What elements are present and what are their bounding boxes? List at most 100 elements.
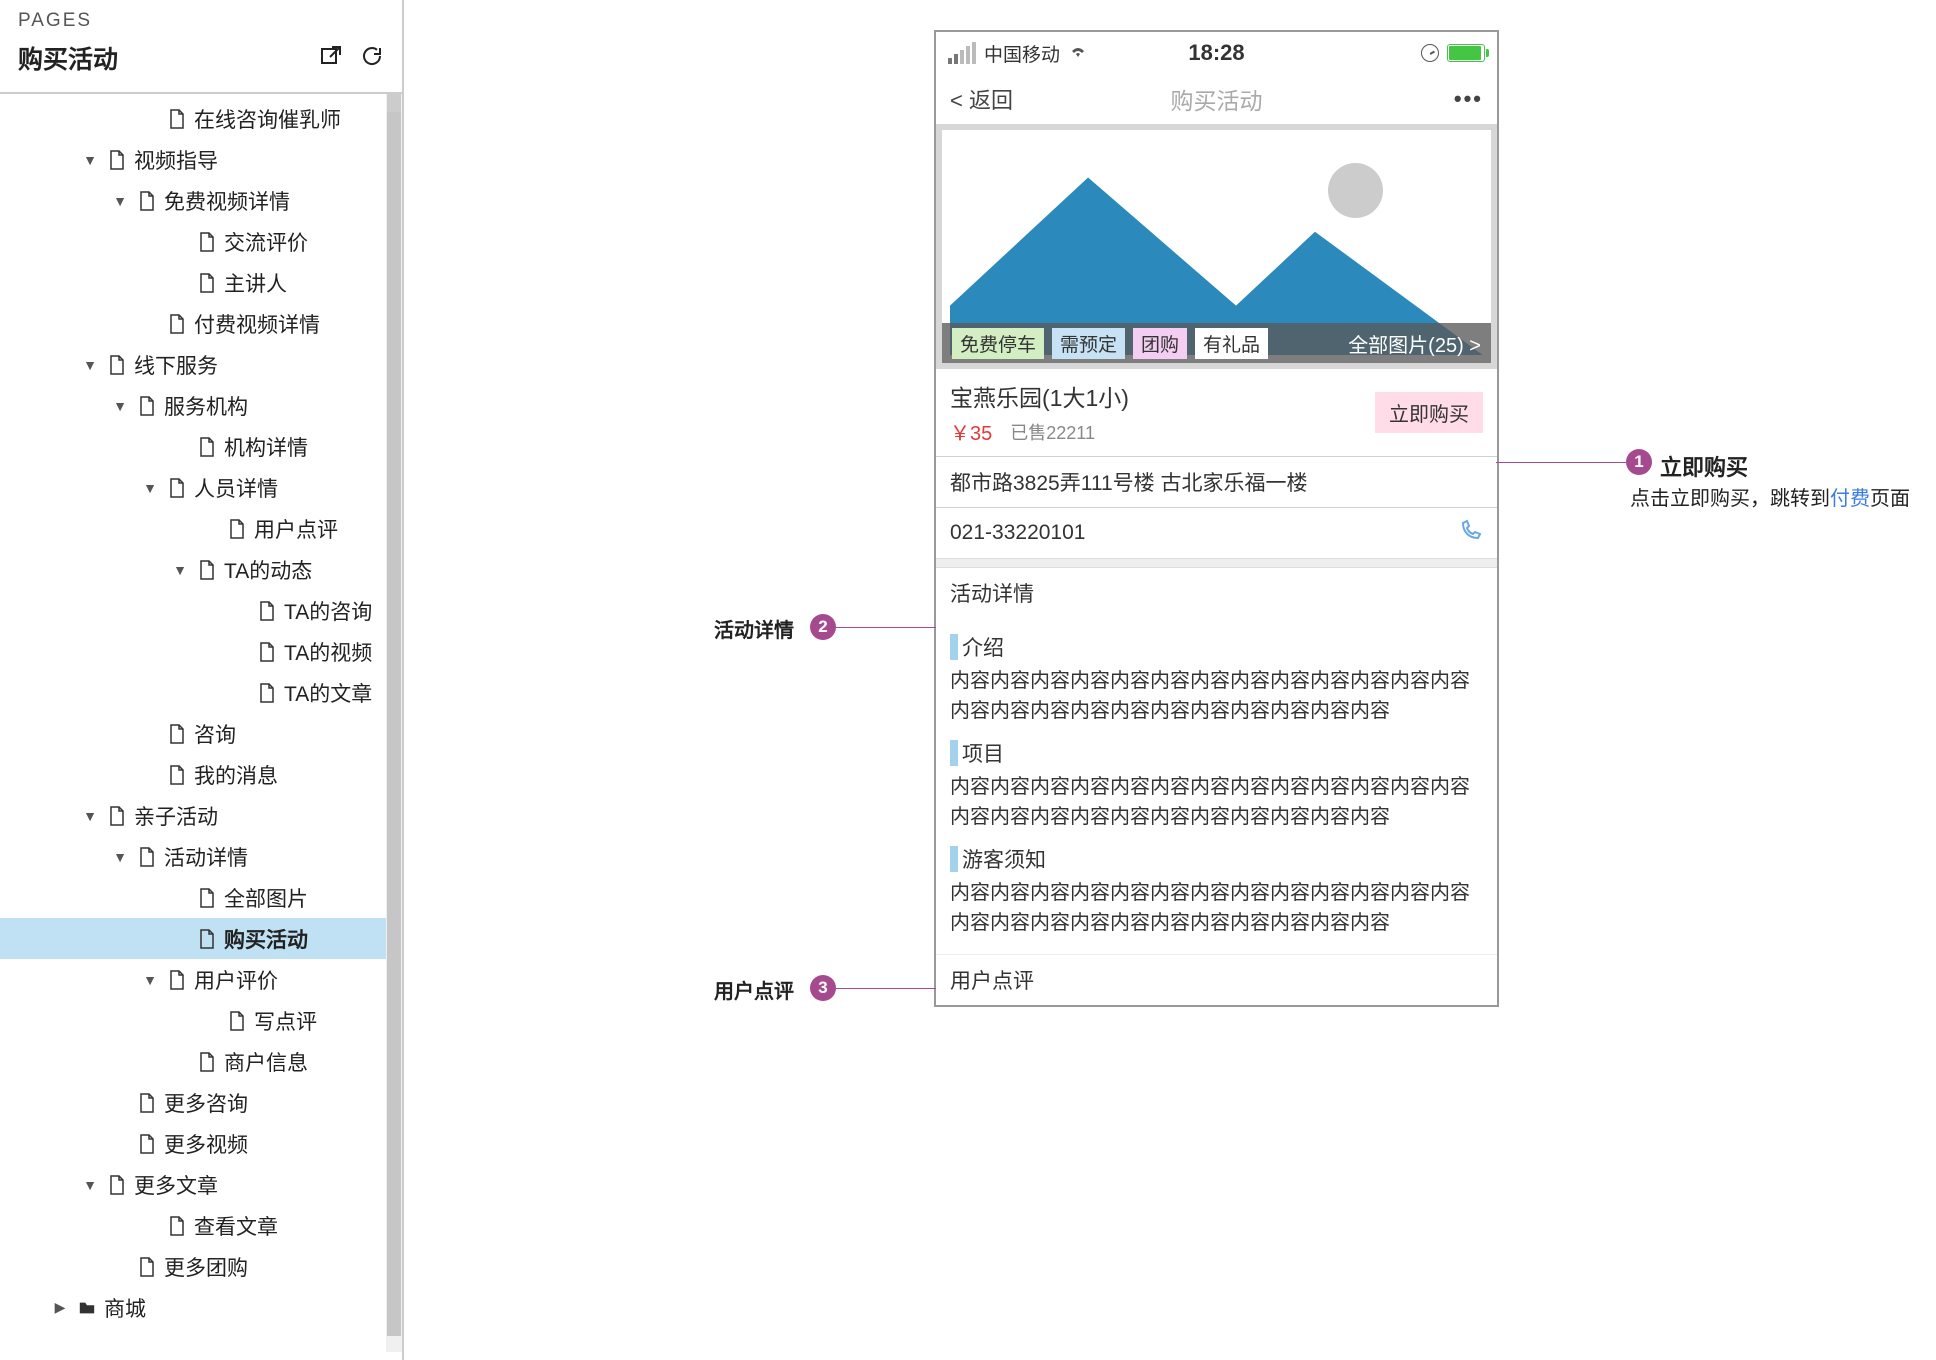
tree-item[interactable]: ▼ 活动详情 <box>0 836 402 877</box>
page-icon <box>194 1052 220 1072</box>
phone-icon[interactable] <box>1459 518 1483 548</box>
caret-icon[interactable]: ▼ <box>80 1177 100 1193</box>
page-icon <box>164 765 190 785</box>
caret-icon[interactable]: ▼ <box>110 398 130 414</box>
annotation-3-badge: 3 <box>810 975 836 1001</box>
tag-free-parking: 免费停车 <box>952 328 1044 359</box>
refresh-icon[interactable] <box>360 44 384 73</box>
page-icon <box>254 683 280 703</box>
tag-gift: 有礼品 <box>1195 328 1268 359</box>
folder-icon <box>74 1298 100 1318</box>
scrollbar-track[interactable] <box>386 94 402 1352</box>
annotation-1-text-pre: 点击立即购买，跳转到 <box>1630 488 1830 510</box>
tree-item[interactable]: 写点评 <box>0 1000 402 1041</box>
reviews-header[interactable]: 用户点评 <box>936 955 1497 1005</box>
tree-item-label: 服务机构 <box>164 391 248 421</box>
tree-item[interactable]: 更多团购 <box>0 1246 402 1287</box>
caret-icon[interactable]: ▶ <box>50 1299 70 1316</box>
tree-item-label: 我的消息 <box>194 760 278 790</box>
tree-item-label: 更多咨询 <box>164 1088 248 1118</box>
page-icon <box>134 847 160 867</box>
tree-item-label: 机构详情 <box>224 432 308 462</box>
caret-icon[interactable]: ▼ <box>80 357 100 373</box>
annotation-2-badge: 2 <box>810 614 836 640</box>
tree-item[interactable]: 交流评价 <box>0 221 402 262</box>
page-icon <box>254 642 280 662</box>
page-icon <box>194 273 220 293</box>
page-icon <box>194 560 220 580</box>
wifi-icon <box>1068 43 1088 64</box>
tree-item-label: TA的文章 <box>284 678 372 708</box>
tree-item[interactable]: TA的视频 <box>0 631 402 672</box>
caret-icon[interactable]: ▼ <box>110 849 130 865</box>
tree-item[interactable]: 更多咨询 <box>0 1082 402 1123</box>
caret-icon[interactable]: ▼ <box>170 562 190 578</box>
tree-item[interactable]: 全部图片 <box>0 877 402 918</box>
pages-sidebar: PAGES 购买活动 在线咨询催乳师▼视频指导▼免费视频详情交流评价主讲人付费视… <box>0 0 404 1360</box>
tree-item[interactable]: 购买活动 <box>0 918 402 959</box>
tree-item[interactable]: ▼TA的动态 <box>0 549 402 590</box>
caret-icon[interactable]: ▼ <box>80 152 100 168</box>
hero-image: 免费停车 需预定 团购 有礼品 全部图片(25) > <box>936 124 1497 369</box>
tree-item[interactable]: 用户点评 <box>0 508 402 549</box>
page-icon <box>134 1257 160 1277</box>
tree-item[interactable]: 咨询 <box>0 713 402 754</box>
caret-icon[interactable]: ▼ <box>110 193 130 209</box>
tree-item[interactable]: ▼更多文章 <box>0 1164 402 1205</box>
scrollbar-thumb[interactable] <box>387 112 401 1336</box>
activity-header-label: 活动详情 <box>950 578 1034 608</box>
phone-row[interactable]: 021-33220101 <box>936 507 1497 558</box>
export-icon[interactable] <box>318 44 342 73</box>
tree-item[interactable]: ▼人员详情 <box>0 467 402 508</box>
tree-item[interactable]: ▼亲子活动 <box>0 795 402 836</box>
caret-icon[interactable]: ▼ <box>80 808 100 824</box>
status-bar: 中国移动 18:28 <box>936 32 1497 74</box>
pages-current-title: 购买活动 <box>18 40 118 76</box>
page-icon <box>194 888 220 908</box>
more-button[interactable]: ••• <box>1454 86 1483 112</box>
tree-item[interactable]: 更多视频 <box>0 1123 402 1164</box>
sub-intro-title: 介绍 <box>962 632 1004 662</box>
activity-header: 活动详情 <box>936 568 1497 618</box>
page-icon <box>194 232 220 252</box>
address-row[interactable]: 都市路3825弄111号楼 古北家乐福一楼 <box>936 456 1497 507</box>
annotation-1-link[interactable]: 付费 <box>1830 488 1870 510</box>
tree-item[interactable]: ▼ 服务机构 <box>0 385 402 426</box>
tree-item[interactable]: ▼ 线下服务 <box>0 344 402 385</box>
tree-item[interactable]: TA的文章 <box>0 672 402 713</box>
tree-item[interactable]: ▼用户评价 <box>0 959 402 1000</box>
pages-tree[interactable]: 在线咨询催乳师▼视频指导▼免费视频详情交流评价主讲人付费视频详情 ▼ 线下服务 ▼ 服务… <box>0 94 402 1352</box>
tree-item[interactable]: 查看文章 <box>0 1205 402 1246</box>
caret-icon[interactable]: ▼ <box>140 480 160 496</box>
tree-item[interactable]: ▼视频指导 <box>0 139 402 180</box>
tree-item[interactable]: 我的消息 <box>0 754 402 795</box>
tree-item-label: 购买活动 <box>224 924 308 954</box>
tree-item[interactable]: 机构详情 <box>0 426 402 467</box>
tree-item-label: 活动详情 <box>164 842 248 872</box>
page-icon <box>224 1011 250 1031</box>
page-icon <box>164 970 190 990</box>
tag-group: 团购 <box>1133 328 1187 359</box>
tree-item[interactable]: ▶商城 <box>0 1287 402 1328</box>
tree-item[interactable]: 主讲人 <box>0 262 402 303</box>
annotation-1-line <box>1496 462 1626 463</box>
caret-icon[interactable]: ▼ <box>140 972 160 988</box>
all-pictures-link[interactable]: 全部图片(25) > <box>1348 329 1481 358</box>
address-text: 都市路3825弄111号楼 古北家乐福一楼 <box>950 467 1307 497</box>
sold-count: 已售22211 <box>1010 419 1095 445</box>
tree-item[interactable]: 付费视频详情 <box>0 303 402 344</box>
tree-item-label: 用户点评 <box>254 514 338 544</box>
tree-item-label: 线下服务 <box>134 350 218 380</box>
annotation-3-label: 用户点评 <box>714 975 794 1004</box>
tree-item[interactable]: TA的咨询 <box>0 590 402 631</box>
carrier-label: 中国移动 <box>984 40 1060 67</box>
tree-item[interactable]: ▼免费视频详情 <box>0 180 402 221</box>
tree-item[interactable]: 商户信息 <box>0 1041 402 1082</box>
tree-item-label: 咨询 <box>194 719 236 749</box>
intro-content: 内容内容内容内容内容内容内容内容内容内容内容内容内容内容内容内容内容内容内容内容… <box>950 662 1483 730</box>
tree-item[interactable]: 在线咨询催乳师 <box>0 98 402 139</box>
page-icon <box>164 109 190 129</box>
back-button[interactable]: < 返回 <box>950 83 1013 115</box>
hero-footer: 免费停车 需预定 团购 有礼品 全部图片(25) > <box>942 323 1491 363</box>
buy-now-button[interactable]: 立即购买 <box>1375 392 1483 433</box>
